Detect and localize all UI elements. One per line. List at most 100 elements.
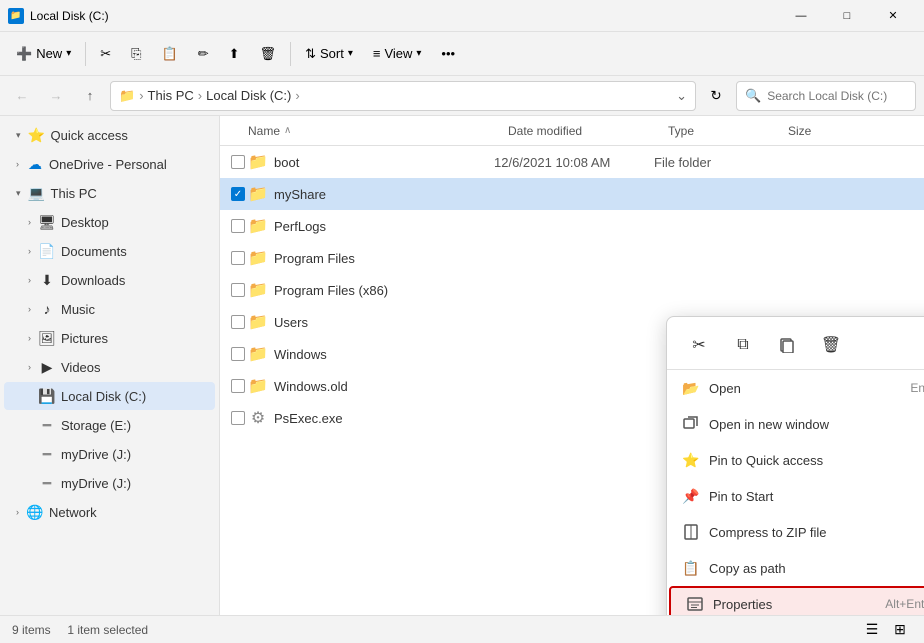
- ctx-item-pin-quick-access[interactable]: ⭐ Pin to Quick access: [667, 442, 924, 478]
- boot-checkbox[interactable]: [231, 155, 245, 169]
- selected-count: 1 item selected: [67, 623, 148, 637]
- delete-button[interactable]: 🗑: [252, 37, 285, 71]
- psexec-checkbox[interactable]: [231, 411, 245, 425]
- ctx-item-open-new-window[interactable]: Open in new window: [667, 406, 924, 442]
- new-icon: ➕: [16, 46, 32, 62]
- cut-button[interactable]: ✂: [92, 37, 119, 71]
- ctx-copy-button[interactable]: ⧉: [727, 329, 759, 361]
- breadcrumb-local-disk[interactable]: Local Disk (C:): [206, 88, 291, 103]
- pf-folder-icon: 📁: [248, 248, 268, 268]
- search-box: 🔍: [736, 81, 916, 111]
- sidebar-item-downloads[interactable]: › ⬇ Downloads: [4, 266, 215, 294]
- windows-checkbox[interactable]: [231, 347, 245, 361]
- file-row-program-files-x86[interactable]: 📁 Program Files (x86): [220, 274, 924, 306]
- quick-access-label: Quick access: [51, 128, 128, 143]
- paste-icon: 📋: [162, 46, 178, 62]
- breadcrumb-dropdown-icon[interactable]: ⌄: [676, 88, 687, 104]
- more-icon: •••: [441, 46, 455, 61]
- sidebar-item-pictures[interactable]: › 🖼 Pictures: [4, 324, 215, 352]
- pf-checkbox[interactable]: [231, 251, 245, 265]
- sidebar-item-local-disk-c[interactable]: › 💾 Local Disk (C:): [4, 382, 215, 410]
- new-label: New: [36, 46, 62, 61]
- close-button[interactable]: ✕: [870, 0, 916, 32]
- sort-button[interactable]: ⇅ Sort ▾: [297, 37, 361, 71]
- copy-icon: ⎘: [131, 46, 141, 62]
- grid-view-button[interactable]: ⊞: [888, 618, 912, 642]
- up-button[interactable]: ↑: [76, 82, 104, 110]
- sidebar-item-storage-e[interactable]: › ━ Storage (E:): [4, 411, 215, 439]
- content-area: Name ∧ Date modified Type Size 📁 boot 12…: [220, 116, 924, 615]
- more-button[interactable]: •••: [433, 37, 463, 71]
- sidebar-item-this-pc[interactable]: ▾ 💻 This PC: [4, 179, 215, 207]
- file-row-myshare[interactable]: ✓ 📁 myShare: [220, 178, 924, 210]
- file-row-perflogs[interactable]: 📁 PerfLogs: [220, 210, 924, 242]
- windowsold-folder-icon: 📁: [248, 376, 268, 396]
- list-view-button[interactable]: ☰: [860, 618, 884, 642]
- ctx-item-copy-path[interactable]: 📋 Copy as path: [667, 550, 924, 586]
- sidebar-item-documents[interactable]: › 📄 Documents: [4, 237, 215, 265]
- paste-button[interactable]: 📋: [154, 37, 186, 71]
- file-row-boot[interactable]: 📁 boot 12/6/2021 10:08 AM File folder: [220, 146, 924, 178]
- back-button[interactable]: ←: [8, 82, 36, 110]
- col-header-name[interactable]: Name ∧: [248, 124, 508, 138]
- ctx-cut-button[interactable]: ✂: [683, 329, 715, 361]
- file-row-program-files[interactable]: 📁 Program Files: [220, 242, 924, 274]
- ctx-paste-path-button[interactable]: [771, 329, 803, 361]
- local-disk-c-icon: 💾: [39, 388, 55, 404]
- sidebar-item-videos[interactable]: › ▶ Videos: [4, 353, 215, 381]
- this-pc-label: This PC: [51, 186, 97, 201]
- search-input[interactable]: [767, 89, 922, 103]
- sidebar-item-network[interactable]: › 🌐 Network: [4, 498, 215, 526]
- sidebar-item-desktop[interactable]: › 🖥 Desktop: [4, 208, 215, 236]
- status-bar-right: ☰ ⊞: [860, 618, 912, 642]
- breadcrumb-this-pc[interactable]: This PC: [148, 88, 194, 103]
- psexec-file-icon: ⚙: [248, 408, 268, 428]
- network-chevron-icon: ›: [16, 507, 19, 517]
- ctx-item-compress-zip[interactable]: Compress to ZIP file: [667, 514, 924, 550]
- myshare-folder-icon: 📁: [248, 184, 268, 204]
- ctx-properties-shortcut: Alt+Enter: [885, 597, 924, 611]
- col-header-type[interactable]: Type: [668, 124, 788, 138]
- videos-chevron-icon: ›: [28, 362, 31, 372]
- ctx-item-pin-start[interactable]: 📌 Pin to Start: [667, 478, 924, 514]
- ctx-pin-quick-access-icon: ⭐: [683, 452, 699, 468]
- quick-access-chevron-icon: ▾: [16, 130, 21, 141]
- perflogs-checkbox[interactable]: [231, 219, 245, 233]
- copy-button[interactable]: ⎘: [123, 37, 149, 71]
- music-icon: ♪: [39, 301, 55, 317]
- sidebar-item-mydrive-j1[interactable]: › ━ myDrive (J:): [4, 440, 215, 468]
- title-bar-controls: — □ ✕: [778, 0, 916, 32]
- myshare-checkbox[interactable]: ✓: [231, 187, 245, 201]
- rename-button[interactable]: ✏: [190, 37, 217, 71]
- cut-icon: ✂: [100, 46, 111, 62]
- sidebar-item-onedrive[interactable]: › ☁ OneDrive - Personal: [4, 150, 215, 178]
- sidebar-item-mydrive-j2[interactable]: › ━ myDrive (J:): [4, 469, 215, 497]
- view-button[interactable]: ≡ View ▾: [365, 37, 430, 71]
- share-button[interactable]: ⬆: [221, 37, 248, 71]
- users-checkbox[interactable]: [231, 315, 245, 329]
- col-header-date[interactable]: Date modified: [508, 124, 668, 138]
- pfx86-checkbox[interactable]: [231, 283, 245, 297]
- this-pc-chevron-icon: ▾: [16, 188, 21, 199]
- forward-button[interactable]: →: [42, 82, 70, 110]
- windowsold-checkbox[interactable]: [231, 379, 245, 393]
- pictures-label: Pictures: [61, 331, 108, 346]
- downloads-icon: ⬇: [39, 272, 55, 288]
- myshare-check: ✓: [228, 187, 248, 201]
- ctx-item-properties[interactable]: Properties Alt+Enter: [669, 586, 924, 615]
- new-button[interactable]: ➕ New ▾: [8, 37, 79, 71]
- ctx-item-open[interactable]: 📂 Open Enter: [667, 370, 924, 406]
- toolbar: ➕ New ▾ ✂ ⎘ 📋 ✏ ⬆ 🗑 ⇅ Sort ▾ ≡ View ▾ ••…: [0, 32, 924, 76]
- sidebar-item-quick-access[interactable]: ▾ ⭐ Quick access: [4, 121, 215, 149]
- videos-icon: ▶: [39, 359, 55, 375]
- sidebar-item-music[interactable]: › ♪ Music: [4, 295, 215, 323]
- main-layout: ▾ ⭐ Quick access › ☁ OneDrive - Personal…: [0, 116, 924, 615]
- maximize-button[interactable]: □: [824, 0, 870, 32]
- local-disk-c-label: Local Disk (C:): [61, 389, 146, 404]
- col-header-size[interactable]: Size: [788, 124, 916, 138]
- ctx-delete-button[interactable]: 🗑: [815, 329, 847, 361]
- refresh-button[interactable]: ↻: [702, 82, 730, 110]
- boot-name: boot: [274, 155, 494, 170]
- onedrive-chevron-icon: ›: [16, 159, 19, 169]
- minimize-button[interactable]: —: [778, 0, 824, 32]
